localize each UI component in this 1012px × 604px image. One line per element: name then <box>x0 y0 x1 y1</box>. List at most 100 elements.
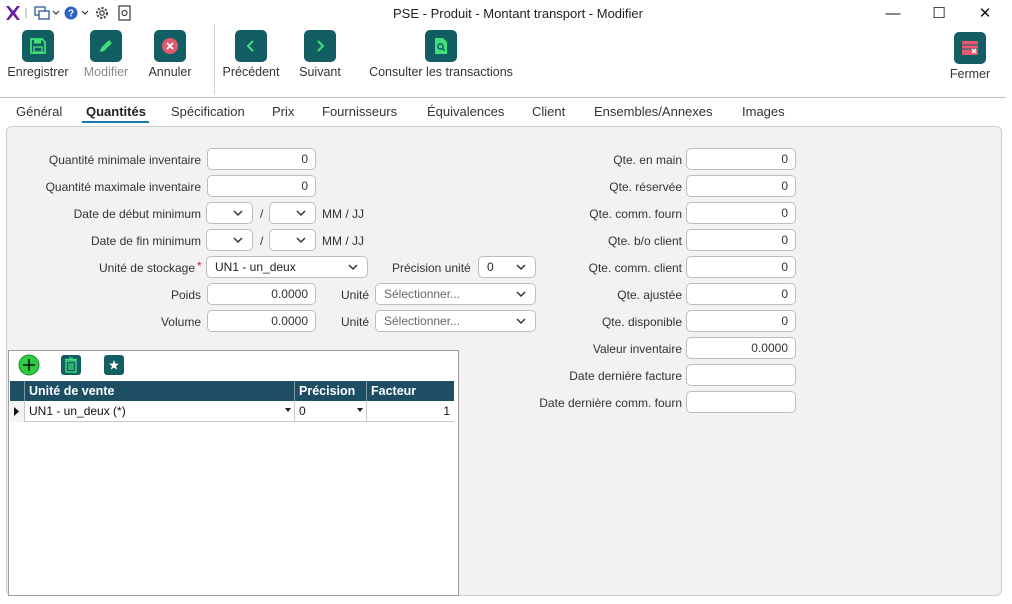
start-date-label: Date de début minimum <box>73 207 201 221</box>
last-invoice-label: Date dernière facture <box>569 369 682 383</box>
unit-precision-value: 0 <box>487 260 494 274</box>
backorder-client-label: Qte. b/o client <box>607 234 682 248</box>
max-quantity-field[interactable]: 0 <box>207 175 316 197</box>
start-day-select[interactable] <box>269 202 316 224</box>
pencil-icon <box>90 30 122 62</box>
previous-button[interactable]: Précédent <box>220 30 282 79</box>
available-label: Qte. disponible <box>601 315 682 329</box>
sales-unit-cell[interactable]: UN1 - un_deux (*) <box>25 401 295 422</box>
ordered-supplier-label: Qte. comm. fourn <box>589 207 682 221</box>
ordered-client-label: Qte. comm. client <box>588 261 682 275</box>
close-form-icon <box>954 32 986 64</box>
window-title: PSE - Produit - Montant transport - Modi… <box>393 6 643 21</box>
column-header-precision[interactable]: Précision <box>295 381 367 401</box>
close-form-button[interactable]: Fermer <box>944 32 996 81</box>
min-quantity-label: Quantité minimale inventaire <box>48 153 201 167</box>
view-transactions-button[interactable]: Consulter les transactions <box>364 30 518 79</box>
inventory-value-field[interactable]: 0.0000 <box>686 337 796 359</box>
row-selector-header <box>10 381 25 401</box>
date-separator: / <box>260 207 264 221</box>
end-day-select[interactable] <box>269 229 316 251</box>
backorder-client-field[interactable]: 0 <box>686 229 796 251</box>
dropdown-arrow-icon <box>357 408 363 412</box>
column-header-sales-unit[interactable]: Unité de vente <box>25 381 295 401</box>
modify-button[interactable]: Modifier <box>78 30 134 79</box>
last-supplier-order-field[interactable] <box>686 391 796 413</box>
weight-label: Poids <box>170 288 201 302</box>
set-default-button[interactable] <box>103 354 125 376</box>
required-marker: * <box>197 259 202 273</box>
tab-specification[interactable]: Spécification <box>171 104 245 119</box>
title-bar: | ? PSE - Produit - Montant transport - … <box>0 0 1006 26</box>
chevron-down-icon <box>233 237 243 244</box>
chevron-down-icon <box>296 237 306 244</box>
ordered-supplier-field[interactable]: 0 <box>686 202 796 224</box>
start-month-select[interactable] <box>206 202 253 224</box>
ordered-client-field[interactable]: 0 <box>686 256 796 278</box>
trash-icon <box>61 355 81 375</box>
on-hand-label: Qte. en main <box>613 153 682 167</box>
inventory-value-label: Valeur inventaire <box>592 342 682 356</box>
min-quantity-field[interactable]: 0 <box>207 148 316 170</box>
last-invoice-field[interactable] <box>686 364 796 386</box>
storage-unit-select[interactable]: UN1 - un_deux <box>206 256 368 278</box>
chevron-down-icon <box>296 210 306 217</box>
weight-unit-placeholder: Sélectionner... <box>384 287 461 301</box>
reserved-label: Qte. réservée <box>609 180 682 194</box>
minimize-button[interactable]: — <box>870 0 916 26</box>
save-button[interactable]: Enregistrer <box>4 30 72 79</box>
chevron-down-icon <box>233 210 243 217</box>
caret-right-icon <box>14 407 19 416</box>
toolbar-divider <box>0 97 1006 98</box>
tab-sets-annexes[interactable]: Ensembles/Annexes <box>594 104 713 119</box>
toolbar-separator <box>214 24 215 94</box>
maximize-button[interactable]: ☐ <box>916 0 962 26</box>
cancel-button[interactable]: Annuler <box>142 30 198 79</box>
available-field[interactable]: 0 <box>686 310 796 332</box>
row-indicator <box>10 401 25 422</box>
table-row[interactable]: UN1 - un_deux (*) 0 1 <box>10 401 454 422</box>
volume-unit-label: Unité <box>341 315 370 329</box>
grid-header: Unité de vente Précision Facteur <box>10 381 454 401</box>
dropdown-arrow-icon <box>285 408 291 412</box>
date-separator: / <box>260 234 264 248</box>
chevron-left-icon <box>235 30 267 62</box>
active-tab-indicator <box>82 121 149 123</box>
date-format-label: MM / JJ <box>322 234 364 248</box>
last-supplier-order-label: Date dernière comm. fourn <box>539 396 682 410</box>
on-hand-field[interactable]: 0 <box>686 148 796 170</box>
save-icon <box>22 30 54 62</box>
tab-general[interactable]: Général <box>16 104 62 119</box>
precision-cell[interactable]: 0 <box>295 401 367 422</box>
document-search-icon <box>425 30 457 62</box>
chevron-right-icon <box>304 30 336 62</box>
end-date-label: Date de fin minimum <box>90 234 201 248</box>
tab-equivalences[interactable]: Équivalences <box>427 104 504 119</box>
tab-images[interactable]: Images <box>742 104 785 119</box>
delete-row-button[interactable] <box>60 354 82 376</box>
application-window: | ? PSE - Produit - Montant transport - … <box>0 0 1006 604</box>
adjusted-field[interactable]: 0 <box>686 283 796 305</box>
reserved-field[interactable]: 0 <box>686 175 796 197</box>
storage-unit-value: UN1 - un_deux <box>215 260 296 274</box>
cancel-icon <box>154 30 186 62</box>
factor-cell[interactable]: 1 <box>367 401 454 422</box>
volume-field[interactable]: 0.0000 <box>207 310 316 332</box>
column-header-factor[interactable]: Facteur <box>367 381 454 401</box>
tab-client[interactable]: Client <box>532 104 565 119</box>
weight-unit-label: Unité <box>341 288 370 302</box>
volume-unit-placeholder: Sélectionner... <box>384 314 461 328</box>
unit-precision-label: Précision unité <box>392 261 471 275</box>
tab-quantities[interactable]: Quantités <box>86 104 146 119</box>
chevron-down-icon <box>348 264 358 271</box>
tab-suppliers[interactable]: Fournisseurs <box>322 104 397 119</box>
next-button[interactable]: Suivant <box>294 30 346 79</box>
weight-field[interactable]: 0.0000 <box>207 283 316 305</box>
end-month-select[interactable] <box>206 229 253 251</box>
star-icon <box>104 355 124 375</box>
storage-unit-label: Unité de stockage <box>98 261 195 275</box>
tab-prices[interactable]: Prix <box>272 104 294 119</box>
close-window-button[interactable]: ✕ <box>962 0 1008 26</box>
sales-units-grid: Unité de vente Précision Facteur UN1 - u… <box>8 350 459 596</box>
add-row-button[interactable] <box>18 354 40 376</box>
